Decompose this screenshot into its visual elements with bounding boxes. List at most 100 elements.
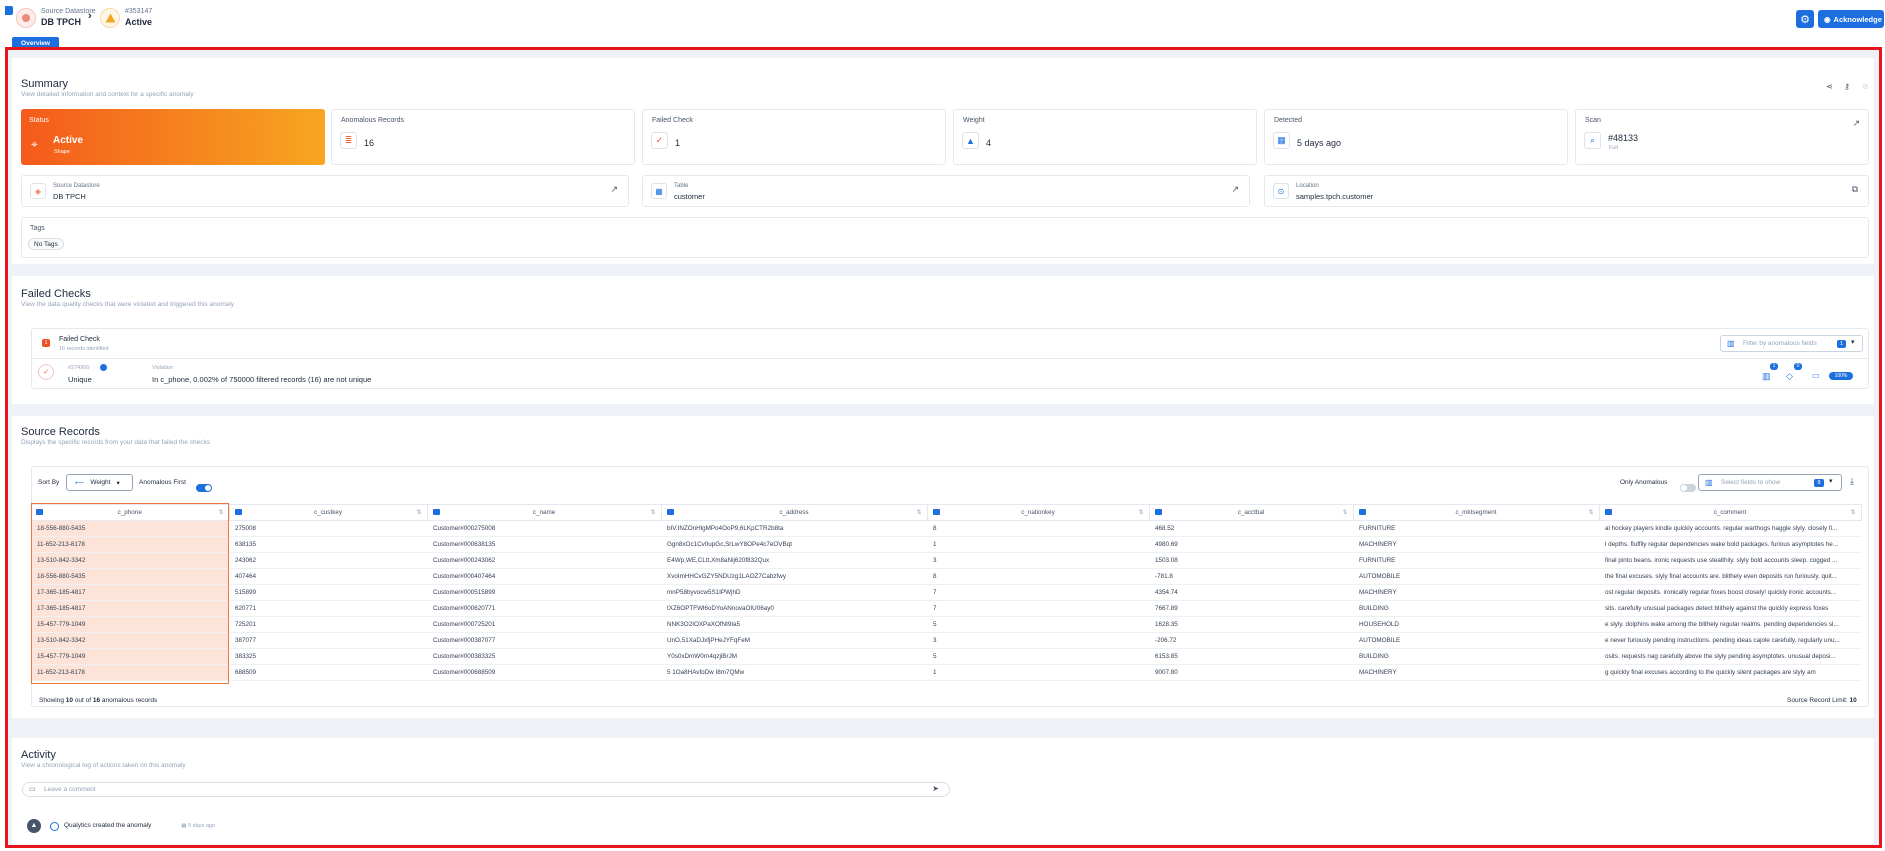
anomalous-first-toggle[interactable] [196,479,212,497]
sort-icon: ⇅ [1588,510,1594,516]
table-row[interactable]: 17-365-185-4817 620771 Customer#000620771 t… [31,600,1861,617]
scan-card[interactable]: Scan ↗ ⌕ #48133 Full [1575,109,1869,165]
table-row[interactable]: 11-652-213-8178 688509 Customer#000688509 5… [31,664,1861,681]
column-header[interactable]: c_nationkey ⇅ [927,504,1150,521]
columns-icon[interactable]: ▥ [1762,371,1771,382]
breadcrumb-anomaly[interactable]: #353147 Active [100,7,152,28]
sidebar-toggle-icon[interactable] [5,6,13,15]
open-arrow-icon[interactable]: ↗ [610,184,618,195]
table-cell-c_phone: 11-652-213-8178 [31,536,229,553]
table-cell-c_nationkey: 8 [927,568,1149,585]
column-header[interactable]: c_custkey ⇅ [229,504,428,521]
download-icon[interactable]: ⤓ [1850,476,1854,487]
table-row[interactable]: 11-652-213-8178 638135 Customer#000638135 G… [31,536,1861,553]
location-label: Location [1296,183,1319,189]
failed-checks-title: Failed Checks [21,288,91,300]
table-row[interactable]: 13-510-842-3342 243062 Customer#000243062 E… [31,552,1861,569]
coverage-badge: 100% [1829,372,1853,380]
table-cell-c_phone: 18-556-880-5435 [31,568,229,585]
comment-icon [1154,509,1162,515]
table-cell-c_phone: 15-457-779-1049 [31,648,229,665]
table-cell-c_name: Customer#000688509 [427,664,661,681]
key-icon[interactable]: ⚷ [1844,82,1850,91]
activity-subtitle: View a chronological log of actions take… [21,762,186,769]
table-header-row: c_phone ⇅ c_custkey ⇅ c_name ⇅ c_address ⇅ c… [31,504,1862,521]
table-cell-c_custkey: 243062 [229,552,427,569]
table-cell-c_acctbal: 7667.89 [1149,600,1353,617]
arrow-left-icon: ⟵ [75,479,85,487]
settings-button[interactable]: ⚙ [1796,10,1814,28]
anomalous-first-label: Anomalous First [139,479,186,486]
weight-label: Weight [963,117,985,124]
anomalous-fields-filter[interactable]: ▥ Filter by anomalous fields 1 ▾ [1720,335,1863,352]
column-header[interactable]: c_phone ⇅ [31,504,230,521]
chevron-down-icon: ▾ [1851,339,1855,346]
fields-select[interactable]: ▥ Select fields to show 8 ▾ [1698,474,1842,491]
table-cell-c_custkey: 638135 [229,536,427,553]
table-cell-c_custkey: 383325 [229,648,427,665]
monitor-icon[interactable]: ▭ [1812,371,1820,380]
acknowledge-button[interactable]: ◉ Acknowledge [1818,10,1884,28]
table-cell-c_mktsegment: FURNITURE [1353,520,1599,537]
link-off-icon[interactable]: ⊘ [1862,82,1869,91]
copy-icon[interactable]: ⧉ [1852,184,1858,195]
badge-a: 1 [1770,363,1778,370]
table-row[interactable]: 18-556-880-5435 407464 Customer#000407464 X… [31,568,1861,585]
table-row[interactable]: 18-556-880-5435 275008 Customer#000275008 b… [31,520,1861,537]
scan-label: Scan [1585,117,1601,124]
table-label: Table [674,183,689,189]
send-icon[interactable]: ➤ [932,784,939,793]
table-cell-c_acctbal: 1628.35 [1149,616,1353,633]
tag-icon[interactable]: ◇ [1786,371,1793,382]
table-cell-c_comment: ost regular deposits. ironically regular… [1599,584,1861,601]
share-icon[interactable]: ⋖ [1826,82,1833,91]
failed-check-value: 1 [675,138,681,148]
datastore-small-icon: ◈ [30,183,46,199]
table-row[interactable]: 17-365-185-4817 515899 Customer#000515899 m… [31,584,1861,601]
source-datastore-value: DB TPCH [53,192,86,201]
table-cell-c_acctbal: 4980.69 [1149,536,1353,553]
column-header[interactable]: c_name ⇅ [427,504,662,521]
source-records-title: Source Records [21,426,100,438]
failed-check-box: 1 Failed Check 16 records identified ▥ F… [31,328,1869,389]
check-id[interactable]: #274900 [68,365,89,371]
sort-select[interactable]: ⟵ Weight ▾ [66,474,133,491]
failed-check-label: Failed Check [652,117,693,124]
breadcrumb-datastore[interactable]: Source Datastore DB TPCH [16,7,95,28]
table-cell-c_mktsegment: BUILDING [1353,600,1599,617]
table-cell-c_nationkey: 3 [927,632,1149,649]
table-cell-c_comment: e slyly. dolphins wake among the blithel… [1599,616,1861,633]
source-datastore-card[interactable]: ◈ Source Datastore DB TPCH ↗ [21,175,629,207]
records-footer: Showing 10 out of 16 anomalous records [39,697,158,704]
record-limit: Source Record Limit: 10 [1787,697,1857,704]
table-cell-c_acctbal: 1503.08 [1149,552,1353,569]
column-header[interactable]: c_acctbal ⇅ [1149,504,1354,521]
table-cell-c_comment: sits. carefully unusual packages detect … [1599,600,1861,617]
failed-check-card: Failed Check ✓ 1 [642,109,946,165]
open-arrow-icon[interactable]: ↗ [1852,118,1860,129]
sort-icon: ⇅ [1850,510,1856,516]
table-row[interactable]: 15-457-779-1049 725201 Customer#000725201 N… [31,616,1861,633]
comment-input[interactable]: ▭ Leave a comment ➤ [22,782,950,797]
table-cell-c_comment: osits. requests nag carefully above the … [1599,648,1861,665]
status-label: Status [29,117,49,124]
scan-icon: ⌕ [1584,132,1601,149]
table-cell-c_mktsegment: BUILDING [1353,648,1599,665]
table-cell-c_address: 5 1Oa8HAvfoDw I8m7QMw [661,664,927,681]
status-value: Active [53,135,84,146]
table-cell-c_acctbal: -781.8 [1149,568,1353,585]
summary-subtitle: View detailed information and context fo… [21,91,194,98]
column-header[interactable]: c_comment ⇅ [1599,504,1862,521]
column-header[interactable]: c_mktsegment ⇅ [1353,504,1600,521]
table-row[interactable]: 13-510-842-3342 387077 Customer#000387077 U… [31,632,1861,649]
table-row[interactable]: 15-457-779-1049 383325 Customer#000383325 Y… [31,648,1861,665]
table-cell-c_custkey: 688509 [229,664,427,681]
only-anomalous-toggle[interactable] [1680,479,1696,497]
table-cell-c_mktsegment: MACHINERY [1353,584,1599,601]
column-header[interactable]: c_address ⇅ [661,504,928,521]
sort-icon: ⇅ [1138,510,1144,516]
table-card[interactable]: ▦ Table customer ↗ [642,175,1250,207]
activity-title: Activity [21,749,56,761]
open-arrow-icon[interactable]: ↗ [1231,184,1239,195]
table-cell-c_comment: e never furiously pending instructions. … [1599,632,1861,649]
